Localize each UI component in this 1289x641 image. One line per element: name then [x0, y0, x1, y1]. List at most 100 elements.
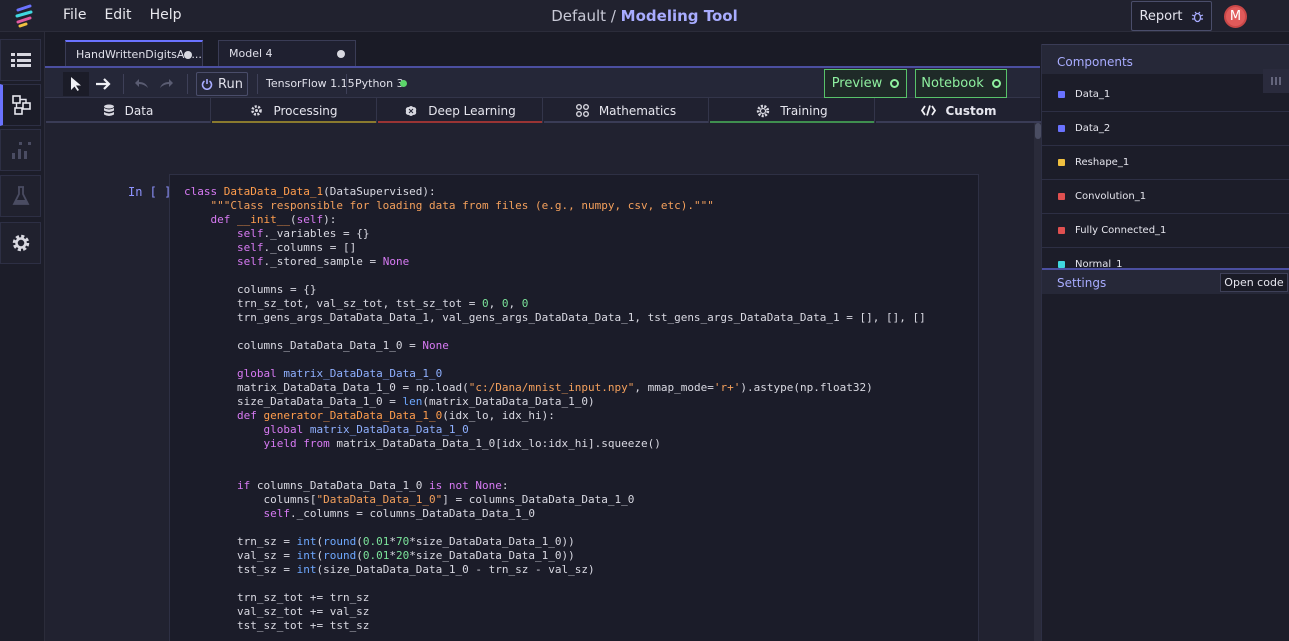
- run-label: Run: [218, 76, 243, 92]
- component-item[interactable]: Fully Connected_1: [1042, 214, 1289, 248]
- code-line: self._columns = columns_DataData_Data_1_…: [263, 507, 536, 520]
- tab-label: Model 4: [229, 47, 273, 60]
- connect-tool-button[interactable]: [90, 72, 116, 96]
- component-color-icon: [1058, 91, 1065, 98]
- code-line: trn_sz_tot += trn_sz: [184, 591, 370, 604]
- component-label: Convolution_1: [1075, 191, 1147, 202]
- code-line: trn_sz = int(round(0.01*70*size_DataData…: [184, 535, 575, 548]
- code-line: columns = {}: [184, 283, 317, 296]
- code-line: tst_sz = int(size_DataData_Data_1_0 - tr…: [184, 563, 595, 576]
- notebook-label: Notebook: [921, 76, 984, 91]
- component-color-icon: [1058, 125, 1065, 132]
- page-title: Default / Modeling Tool: [0, 7, 1289, 25]
- category-mathematics[interactable]: Mathematics: [544, 98, 709, 123]
- code-line: yield from matrix_DataData_Data_1_0[idx_…: [263, 437, 661, 450]
- unsaved-dot-icon: [337, 50, 345, 58]
- code-cell[interactable]: class DataData_Data_1(DataSupervised): "…: [169, 174, 979, 641]
- toolbar-divider: [257, 74, 258, 94]
- code-icon: [920, 105, 936, 116]
- open-code-button[interactable]: Open code: [1220, 273, 1288, 292]
- category-data[interactable]: Data: [46, 98, 211, 123]
- component-label: Normal_1: [1075, 259, 1123, 268]
- toolbar-divider: [346, 74, 347, 94]
- code-line: global matrix_DataData_Data_1_0: [263, 423, 469, 436]
- toggle-ring-icon: [991, 79, 1001, 88]
- layers-icon: [10, 53, 31, 67]
- rail-layers[interactable]: [0, 39, 41, 81]
- component-color-icon: [1058, 193, 1065, 200]
- code-line: """Class responsible for loading data fr…: [210, 199, 714, 212]
- code-line: def generator_DataData_Data_1_0(idx_lo, …: [236, 409, 555, 422]
- model-tabs: HandWrittenDigitsAu... Model 4: [45, 32, 1040, 66]
- category-label: Custom: [945, 103, 997, 118]
- preview-label: Preview: [831, 76, 883, 91]
- columns-icon: [1271, 77, 1281, 85]
- category-deep-learning[interactable]: Deep Learning: [378, 98, 543, 123]
- settings-label: Settings: [1057, 276, 1107, 290]
- code-content[interactable]: class DataData_Data_1(DataSupervised): "…: [184, 185, 926, 633]
- component-color-icon: [1058, 261, 1065, 268]
- tab-handwritten-digits[interactable]: HandWrittenDigitsAu...: [65, 40, 203, 66]
- code-line: val_sz_tot += val_sz: [184, 605, 370, 618]
- category-processing[interactable]: Processing: [212, 98, 377, 123]
- undo-button[interactable]: [129, 72, 155, 96]
- code-line: tst_sz_tot += tst_sz: [184, 619, 370, 632]
- rail-modeling[interactable]: [0, 84, 41, 126]
- flowchart-icon: [11, 95, 31, 115]
- component-item[interactable]: Data_2: [1042, 112, 1289, 146]
- code-line: matrix_DataData_Data_1_0 = np.load("c:/D…: [184, 381, 873, 394]
- framework-label: TensorFlow 1.15: [266, 77, 355, 90]
- category-custom[interactable]: Custom: [876, 98, 1041, 123]
- toggle-ring-icon: [890, 79, 900, 88]
- report-button[interactable]: Report: [1131, 1, 1212, 31]
- redo-button[interactable]: [153, 72, 179, 96]
- component-label: Fully Connected_1: [1075, 225, 1167, 236]
- component-item[interactable]: Normal_1: [1042, 248, 1289, 268]
- code-line: self._stored_sample = None: [236, 255, 410, 268]
- category-training[interactable]: Training: [710, 98, 875, 123]
- settings-bar: Settings Open code: [1042, 268, 1289, 294]
- rail-statistics[interactable]: [0, 129, 41, 171]
- top-bar: File Edit Help Default / Modeling Tool R…: [0, 0, 1289, 32]
- python-label: Python 3: [355, 77, 404, 90]
- code-line: def __init__(self):: [210, 213, 337, 226]
- code-line: val_sz = int(round(0.01*20*size_DataData…: [184, 549, 575, 562]
- component-item[interactable]: Convolution_1: [1042, 180, 1289, 214]
- component-color-icon: [1058, 159, 1065, 166]
- category-label: Training: [780, 103, 828, 118]
- toolbar-divider: [187, 74, 188, 94]
- title-prefix: Default /: [551, 7, 616, 25]
- category-label: Processing: [273, 103, 338, 118]
- tab-model-4[interactable]: Model 4: [218, 40, 356, 66]
- report-label: Report: [1139, 8, 1183, 24]
- avatar[interactable]: M: [1224, 5, 1247, 28]
- select-tool-button[interactable]: [63, 72, 89, 96]
- panel-collapse-button[interactable]: [1263, 69, 1289, 93]
- rail-settings[interactable]: [0, 222, 41, 264]
- component-item[interactable]: Reshape_1: [1042, 146, 1289, 180]
- code-line: if columns_DataData_Data_1_0 is not None…: [236, 479, 509, 492]
- preview-button[interactable]: Preview: [824, 69, 907, 98]
- left-rail: [0, 32, 45, 641]
- notebook-button[interactable]: Notebook: [915, 69, 1007, 98]
- unsaved-dot-icon: [184, 51, 192, 59]
- training-cog-icon: [757, 104, 770, 117]
- brain-icon: [406, 105, 417, 116]
- run-button[interactable]: Run: [196, 72, 248, 96]
- undo-icon: [135, 79, 148, 88]
- right-panel: Components Data_1 Data_2 Reshape_1 Convo…: [1041, 44, 1289, 641]
- component-item[interactable]: Data_1: [1042, 78, 1289, 112]
- redo-icon: [160, 79, 173, 88]
- components-list: Data_1 Data_2 Reshape_1 Convolution_1 Fu…: [1042, 78, 1289, 268]
- rail-test[interactable]: [0, 175, 41, 217]
- power-icon: [201, 79, 213, 90]
- avatar-initial: M: [1229, 9, 1242, 24]
- grid-circles-icon: [575, 104, 589, 117]
- notebook-editor: In [ ]: class DataData_Data_1(DataSuperv…: [45, 123, 1035, 641]
- kernel-status-icon: [400, 80, 407, 87]
